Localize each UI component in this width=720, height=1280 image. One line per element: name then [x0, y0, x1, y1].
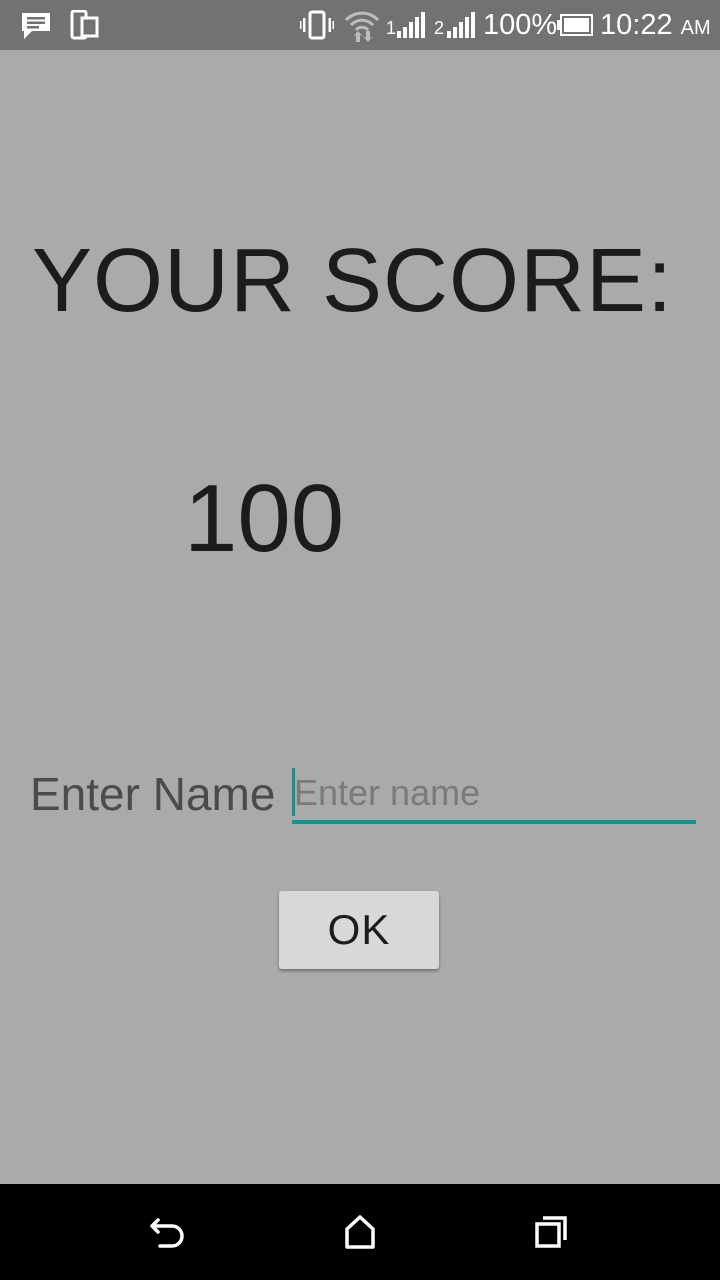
- back-button[interactable]: [138, 1202, 198, 1262]
- score-value: 100: [184, 465, 345, 572]
- signal-sim2-icon: [446, 11, 476, 44]
- battery-percent: 100%: [483, 9, 558, 41]
- clock: 10:22 AM: [600, 8, 711, 45]
- sim1-label: 1: [386, 18, 397, 38]
- navigation-bar: [0, 1184, 720, 1280]
- vibrate-icon: [299, 10, 335, 45]
- text-cursor: [292, 768, 295, 816]
- status-bar: 1 2 100% 10:22 AM: [0, 0, 720, 50]
- clock-ampm: AM: [680, 17, 711, 39]
- ok-button[interactable]: OK: [279, 891, 439, 969]
- message-icon: [20, 11, 52, 46]
- back-icon: [150, 1218, 184, 1248]
- score-title: YOUR SCORE:: [32, 231, 674, 331]
- clock-time: 10:22: [600, 9, 673, 41]
- home-button[interactable]: [330, 1202, 390, 1262]
- recents-button[interactable]: [522, 1202, 582, 1262]
- name-input[interactable]: [292, 766, 696, 820]
- sim2-label: 2: [434, 18, 445, 38]
- home-icon: [345, 1215, 375, 1249]
- recents-icon: [535, 1216, 567, 1248]
- signal-sim1-icon: [396, 11, 426, 44]
- device-icon: [70, 9, 100, 45]
- name-label: Enter Name: [30, 768, 276, 820]
- wifi-icon: [344, 8, 380, 49]
- battery-icon: [557, 14, 593, 41]
- name-input-container[interactable]: [292, 766, 696, 824]
